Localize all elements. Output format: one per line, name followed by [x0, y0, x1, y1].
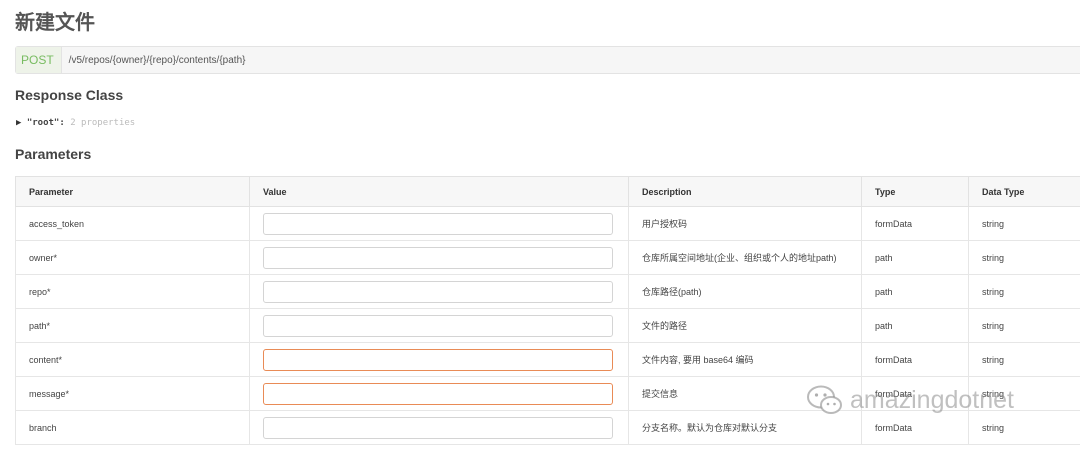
table-row: repo* 仓库路径(path) path string	[15, 274, 1080, 309]
message-input[interactable]	[263, 382, 613, 405]
branch-input[interactable]	[263, 416, 613, 439]
column-header-parameter: Parameter	[15, 176, 250, 207]
param-description: 文件的路径	[628, 308, 862, 343]
param-data-type: string	[968, 342, 1080, 377]
param-name: branch	[15, 410, 250, 445]
param-description: 仓库路径(path)	[628, 274, 862, 309]
param-data-type: string	[968, 274, 1080, 309]
param-name: owner*	[15, 240, 250, 275]
table-row: content* 文件内容, 要用 base64 编码 formData str…	[15, 342, 1080, 377]
param-data-type: string	[968, 308, 1080, 343]
param-name: message*	[15, 376, 250, 411]
response-class-title: Response Class	[15, 87, 124, 103]
model-root-properties: 2 properties	[70, 118, 136, 128]
wechat-icon	[807, 385, 842, 414]
param-type: formData	[861, 206, 969, 241]
table-header-row: Parameter Value Description Type Data Ty…	[15, 176, 1080, 207]
table-row: owner* 仓库所属空间地址(企业、组织或个人的地址path) path st…	[15, 240, 1080, 275]
param-type: path	[861, 274, 969, 309]
param-description: 用户授权码	[628, 206, 862, 241]
param-value-cell	[249, 206, 629, 241]
param-value-cell	[249, 410, 629, 445]
page-title: 新建文件	[15, 10, 95, 34]
table-row: path* 文件的路径 path string	[15, 308, 1080, 343]
content-input[interactable]	[263, 348, 613, 371]
column-header-description: Description	[628, 176, 862, 207]
access-token-input[interactable]	[263, 212, 613, 235]
param-data-type: string	[968, 240, 1080, 275]
endpoint-heading[interactable]: POST /v5/repos/{owner}/{repo}/contents/{…	[15, 46, 1080, 74]
param-description: 仓库所属空间地址(企业、组织或个人的地址path)	[628, 240, 862, 275]
param-value-cell	[249, 240, 629, 275]
param-name: repo*	[15, 274, 250, 309]
http-method-badge[interactable]: POST	[16, 47, 62, 73]
param-type: path	[861, 240, 969, 275]
expand-arrow-icon[interactable]: ▶	[16, 118, 21, 128]
param-value-cell	[249, 342, 629, 377]
parameters-title: Parameters	[15, 146, 92, 162]
watermark: amazingdotnet	[806, 384, 1014, 416]
param-name: access_token	[15, 206, 250, 241]
model-root-name[interactable]: "root":	[27, 118, 65, 128]
model-root-toggle[interactable]: ▶ "root": 2 properties	[16, 118, 135, 128]
param-type: path	[861, 308, 969, 343]
column-header-type: Type	[861, 176, 969, 207]
repo-input[interactable]	[263, 280, 613, 303]
owner-input[interactable]	[263, 246, 613, 269]
column-header-value: Value	[249, 176, 629, 207]
table-row: access_token 用户授权码 formData string	[15, 206, 1080, 241]
watermark-text: amazingdotnet	[850, 385, 1015, 414]
endpoint-path[interactable]: /v5/repos/{owner}/{repo}/contents/{path}	[69, 55, 246, 66]
column-header-data-type: Data Type	[968, 176, 1080, 207]
param-value-cell	[249, 376, 629, 411]
path-input[interactable]	[263, 314, 613, 337]
param-value-cell	[249, 308, 629, 343]
param-value-cell	[249, 274, 629, 309]
param-name: content*	[15, 342, 250, 377]
param-type: formData	[861, 342, 969, 377]
param-name: path*	[15, 308, 250, 343]
param-data-type: string	[968, 206, 1080, 241]
param-description: 文件内容, 要用 base64 编码	[628, 342, 862, 377]
